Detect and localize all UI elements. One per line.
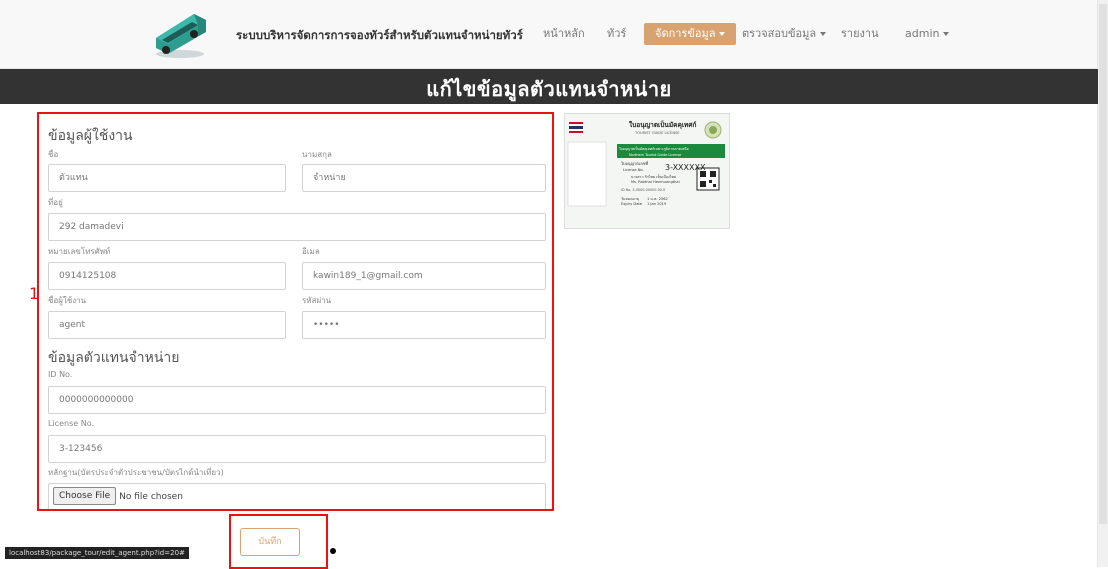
license-card-title: ใบอนุญาตเป็นมัคคุเทศก์: [629, 120, 696, 129]
license-expiry-th-value: 1 ม.ค. 2562: [647, 197, 668, 201]
nav-manage-data[interactable]: จัดการข้อมูล: [644, 23, 737, 45]
scrollbar[interactable]: [1097, 0, 1108, 567]
license-banner-en: Northern Tourist Guide License: [629, 153, 681, 157]
thai-flag-icon: [569, 122, 583, 133]
nav-home[interactable]: หน้าหลัก: [543, 20, 585, 48]
license-card-subtitle: TOURIST GUIDE LICENSE: [634, 131, 680, 135]
license-card-image: ใบอนุญาตเป็นมัคคุเทศก์ TOURIST GUIDE LIC…: [564, 113, 730, 229]
nav-tours[interactable]: ทัวร์: [607, 20, 626, 48]
license-card-number: 3-XXXXXX: [665, 163, 706, 172]
nav-manage-data-label: จัดการข้อมูล: [655, 27, 716, 40]
license-expiry-en: Expiry Date: [621, 202, 643, 206]
license-name-en: Ms. Rakthai Henmuangthai: [631, 180, 680, 184]
nav-reports[interactable]: รายงาน: [841, 20, 879, 48]
save-button[interactable]: บันทึก: [240, 528, 300, 556]
overflow-glyph: [330, 548, 336, 554]
nav-check-data-label: ตรวจสอบข้อมูล: [742, 27, 817, 40]
page-title-bar: แก้ไขข้อมูลตัวแทนจำหน่าย: [0, 69, 1098, 104]
chevron-down-icon: [943, 32, 950, 36]
chevron-down-icon: [820, 32, 827, 36]
nav-check-data[interactable]: ตรวจสอบข้อมูล: [742, 20, 827, 48]
scrollbar-thumb[interactable]: [1099, 4, 1107, 524]
license-id-line: ID No. 3-0000-00000-00-0: [621, 188, 665, 192]
chevron-down-icon: [719, 32, 726, 36]
photo-placeholder: [567, 141, 607, 207]
license-no-label-en: License No.: [623, 168, 644, 172]
emblem-inner-icon: [709, 126, 717, 134]
status-url: localhost83/package_tour/edit_agent.php?…: [5, 547, 189, 559]
license-banner-th: ใบอนุญาตเป็นมัคคุเทศก์เฉพาะภูมิภาคภาคเหน…: [619, 145, 689, 152]
license-expiry-en-value: 1 Jan 2019: [647, 202, 667, 206]
annotation-label-1: 1: [29, 284, 40, 303]
nav-admin-label: admin: [905, 27, 940, 40]
navbar: ระบบบริหารจัดการการจองทัวร์สำหรับตัวแทนจ…: [0, 0, 1098, 69]
brand-title[interactable]: ระบบบริหารจัดการการจองทัวร์สำหรับตัวแทนจ…: [236, 27, 523, 45]
page-title: แก้ไขข้อมูลตัวแทนจำหน่าย: [426, 77, 672, 101]
bus-logo-icon[interactable]: [150, 8, 210, 60]
annotation-box-1: [37, 112, 554, 511]
nav-admin-menu[interactable]: admin: [905, 20, 950, 48]
